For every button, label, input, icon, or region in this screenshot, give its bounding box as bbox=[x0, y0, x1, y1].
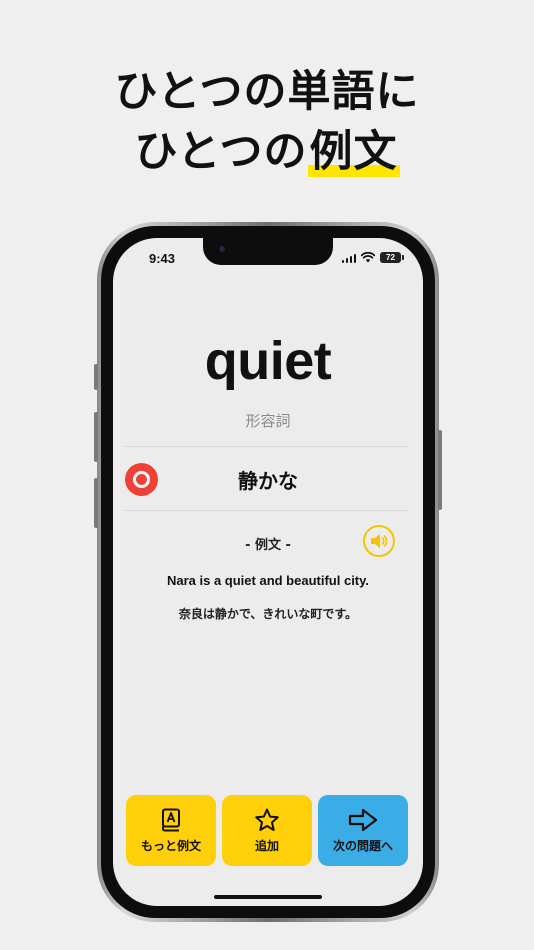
example-sentence-ja: 奈良は静かで、きれいな町です。 bbox=[178, 607, 358, 621]
star-icon bbox=[255, 808, 279, 831]
divider-top bbox=[125, 446, 408, 447]
part-of-speech: 形容詞 bbox=[245, 412, 291, 430]
vocab-word: quiet bbox=[204, 331, 332, 391]
headline-line-1: ひとつの単語に bbox=[114, 67, 420, 117]
wifi-icon bbox=[361, 252, 375, 263]
speaker-button[interactable] bbox=[363, 525, 395, 557]
add-label: 追加 bbox=[254, 838, 279, 853]
signal-icon bbox=[341, 253, 356, 263]
camera-icon bbox=[219, 246, 225, 252]
headline-line-2-prefix: ひとつの bbox=[134, 127, 308, 177]
divider-bottom bbox=[125, 510, 408, 511]
next-question-label: 次の問題へ bbox=[332, 838, 393, 853]
headline-line-2: ひとつの例文 bbox=[0, 122, 534, 182]
add-button[interactable]: 追加 bbox=[222, 795, 312, 866]
phone-screen: 9:43 72 quiet 形容詞 静かな - 例文 - Nara is a q… bbox=[113, 238, 423, 906]
arrow-right-icon bbox=[348, 808, 378, 831]
word-meaning: 静かな bbox=[238, 469, 298, 493]
home-indicator[interactable] bbox=[214, 895, 322, 899]
status-time: 9:43 bbox=[149, 251, 176, 266]
book-a-icon bbox=[162, 808, 180, 831]
example-sentence-en: Nara is a quiet and beautiful city. bbox=[166, 573, 370, 588]
phone-power-button bbox=[438, 430, 442, 510]
phone-volume-down bbox=[94, 478, 98, 528]
phone-volume-up bbox=[94, 412, 98, 462]
more-examples-label: もっと例文 bbox=[140, 838, 201, 853]
headline: ひとつの単語に ひとつの例文 bbox=[0, 62, 534, 182]
headline-highlight: 例文 bbox=[307, 127, 400, 177]
more-examples-button[interactable]: もっと例文 bbox=[126, 795, 216, 866]
status-icons: 72 bbox=[341, 252, 404, 263]
speaker-icon bbox=[371, 534, 388, 548]
phone-silent-switch bbox=[94, 364, 98, 390]
next-question-button[interactable]: 次の問題へ bbox=[318, 795, 408, 866]
battery-icon: 72 bbox=[380, 252, 404, 263]
